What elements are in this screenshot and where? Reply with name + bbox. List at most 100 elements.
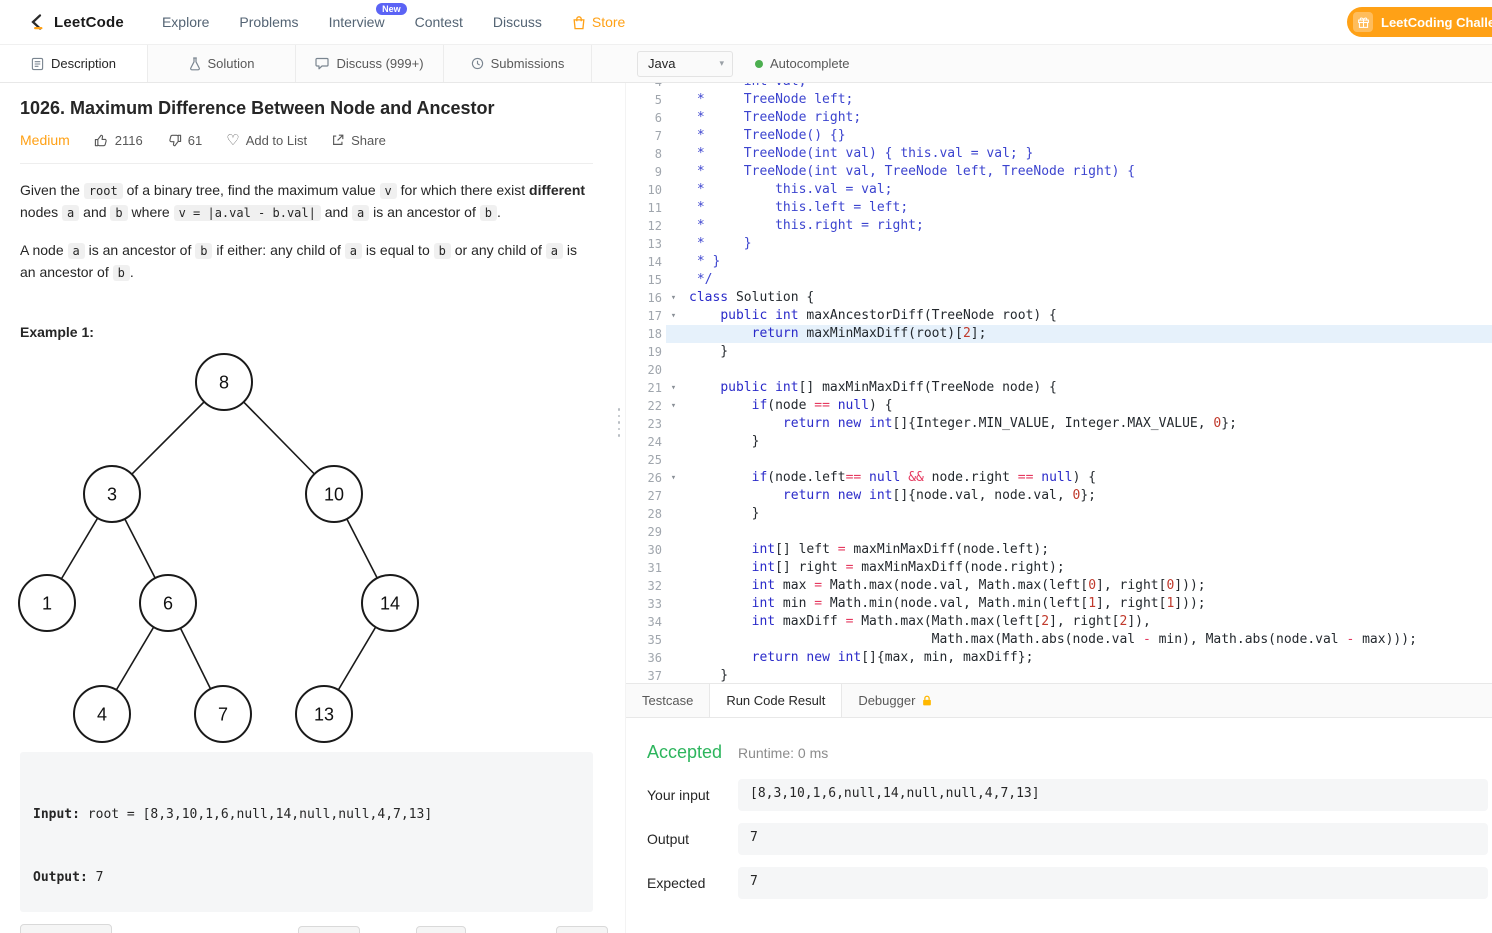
code-text[interactable]: * this.val = val;	[681, 181, 1492, 199]
line-number[interactable]: 21	[626, 379, 666, 397]
code-text[interactable]: * TreeNode left;	[681, 91, 1492, 109]
code-line-27[interactable]: 27 return new int[]{node.val, node.val, …	[626, 487, 1492, 505]
code-line-15[interactable]: 15 */	[626, 271, 1492, 289]
code-line-7[interactable]: 7 * TreeNode() {}	[626, 127, 1492, 145]
code-text[interactable]: public int[] maxMinMaxDiff(TreeNode node…	[681, 379, 1492, 397]
line-number[interactable]: 8	[626, 145, 666, 163]
fold-arrow-icon[interactable]: ▾	[666, 397, 681, 415]
line-number[interactable]: 19	[626, 343, 666, 361]
console-tab-debugger[interactable]: Debugger	[842, 684, 949, 717]
code-text[interactable]: * }	[681, 253, 1492, 271]
line-number[interactable]: 10	[626, 181, 666, 199]
cutoff-button[interactable]	[298, 926, 360, 933]
line-number[interactable]: 26	[626, 469, 666, 487]
console-tab-run-code-result[interactable]: Run Code Result	[709, 684, 843, 717]
line-number[interactable]: 17	[626, 307, 666, 325]
code-text[interactable]: return new int[]{node.val, node.val, 0};	[681, 487, 1492, 505]
code-line-12[interactable]: 12 * this.right = right;	[626, 217, 1492, 235]
code-line-31[interactable]: 31 int[] right = maxMinMaxDiff(node.righ…	[626, 559, 1492, 577]
code-text[interactable]: * int val;	[681, 83, 1492, 91]
code-line-32[interactable]: 32 int max = Math.max(node.val, Math.max…	[626, 577, 1492, 595]
nav-item-explore[interactable]: Explore	[162, 14, 209, 30]
line-number[interactable]: 16	[626, 289, 666, 307]
tab-description[interactable]: Description	[0, 45, 148, 82]
line-number[interactable]: 13	[626, 235, 666, 253]
code-text[interactable]: if(node.left== null && node.right == nul…	[681, 469, 1492, 487]
code-line-25[interactable]: 25	[626, 451, 1492, 469]
code-line-34[interactable]: 34 int maxDiff = Math.max(Math.max(left[…	[626, 613, 1492, 631]
tab-discuss-999[interactable]: Discuss (999+)	[296, 45, 444, 82]
leetcoding-challenge-button[interactable]: LeetCoding Challe	[1347, 7, 1492, 37]
code-text[interactable]: * }	[681, 235, 1492, 253]
cutoff-button[interactable]	[416, 926, 466, 933]
code-text[interactable]: */	[681, 271, 1492, 289]
code-line-37[interactable]: 37 }	[626, 667, 1492, 683]
line-number[interactable]: 7	[626, 127, 666, 145]
code-text[interactable]	[681, 451, 1492, 469]
line-number[interactable]: 12	[626, 217, 666, 235]
code-line-4[interactable]: 4 * int val;	[626, 83, 1492, 91]
line-number[interactable]: 6	[626, 109, 666, 127]
dislike-button[interactable]: 61	[167, 133, 202, 148]
line-number[interactable]: 18	[626, 325, 666, 343]
line-number[interactable]: 29	[626, 523, 666, 541]
fold-arrow-icon[interactable]: ▾	[666, 307, 681, 325]
fold-arrow-icon[interactable]: ▾	[666, 289, 681, 307]
line-number[interactable]: 22	[626, 397, 666, 415]
code-text[interactable]: int min = Math.min(node.val, Math.min(le…	[681, 595, 1492, 613]
code-text[interactable]: class Solution {	[681, 289, 1492, 307]
code-line-28[interactable]: 28 }	[626, 505, 1492, 523]
like-button[interactable]: 2116	[94, 133, 143, 148]
code-text[interactable]: * TreeNode(int val) { this.val = val; }	[681, 145, 1492, 163]
code-line-18[interactable]: 18 return maxMinMaxDiff(root)[2];	[626, 325, 1492, 343]
code-line-36[interactable]: 36 return new int[]{max, min, maxDiff};	[626, 649, 1492, 667]
autocomplete-toggle[interactable]: Autocomplete	[755, 56, 850, 71]
io-value[interactable]: 7	[738, 823, 1488, 855]
code-line-6[interactable]: 6 * TreeNode right;	[626, 109, 1492, 127]
nav-item-interview[interactable]: Interview New	[329, 3, 407, 30]
code-line-21[interactable]: 21 ▾ public int[] maxMinMaxDiff(TreeNode …	[626, 379, 1492, 397]
line-number[interactable]: 11	[626, 199, 666, 217]
tab-submissions[interactable]: Submissions	[444, 45, 592, 82]
code-line-33[interactable]: 33 int min = Math.min(node.val, Math.min…	[626, 595, 1492, 613]
code-line-20[interactable]: 20	[626, 361, 1492, 379]
code-line-16[interactable]: 16 ▾ class Solution {	[626, 289, 1492, 307]
code-text[interactable]: int max = Math.max(node.val, Math.max(le…	[681, 577, 1492, 595]
code-line-24[interactable]: 24 }	[626, 433, 1492, 451]
code-text[interactable]: if(node == null) {	[681, 397, 1492, 415]
code-line-5[interactable]: 5 * TreeNode left;	[626, 91, 1492, 109]
console-tab-testcase[interactable]: Testcase	[626, 684, 709, 717]
io-value[interactable]: 7	[738, 867, 1488, 899]
line-number[interactable]: 24	[626, 433, 666, 451]
code-text[interactable]: }	[681, 343, 1492, 361]
line-number[interactable]: 33	[626, 595, 666, 613]
code-line-22[interactable]: 22 ▾ if(node == null) {	[626, 397, 1492, 415]
code-text[interactable]: public int maxAncestorDiff(TreeNode root…	[681, 307, 1492, 325]
code-line-30[interactable]: 30 int[] left = maxMinMaxDiff(node.left)…	[626, 541, 1492, 559]
line-number[interactable]: 25	[626, 451, 666, 469]
line-number[interactable]: 4	[626, 83, 666, 91]
line-number[interactable]: 37	[626, 667, 666, 683]
code-text[interactable]: }	[681, 667, 1492, 683]
code-text[interactable]: }	[681, 505, 1492, 523]
nav-item-contest[interactable]: Contest	[415, 14, 463, 30]
line-number[interactable]: 31	[626, 559, 666, 577]
code-text[interactable]: * this.left = left;	[681, 199, 1492, 217]
fold-arrow-icon[interactable]: ▾	[666, 469, 681, 487]
code-line-13[interactable]: 13 * }	[626, 235, 1492, 253]
code-text[interactable]: return maxMinMaxDiff(root)[2];	[681, 325, 1492, 343]
code-line-9[interactable]: 9 * TreeNode(int val, TreeNode left, Tre…	[626, 163, 1492, 181]
nav-item-discuss[interactable]: Discuss	[493, 14, 542, 30]
tab-solution[interactable]: Solution	[148, 45, 296, 82]
add-to-list-button[interactable]: ♡ Add to List	[226, 133, 307, 148]
code-text[interactable]	[681, 361, 1492, 379]
nav-item-problems[interactable]: Problems	[239, 14, 298, 30]
code-text[interactable]: Math.max(Math.abs(node.val - min), Math.…	[681, 631, 1492, 649]
fold-arrow-icon[interactable]: ▾	[666, 379, 681, 397]
code-text[interactable]: int[] right = maxMinMaxDiff(node.right);	[681, 559, 1492, 577]
code-line-8[interactable]: 8 * TreeNode(int val) { this.val = val; …	[626, 145, 1492, 163]
io-value[interactable]: [8,3,10,1,6,null,14,null,null,4,7,13]	[738, 779, 1488, 811]
code-line-17[interactable]: 17 ▾ public int maxAncestorDiff(TreeNode …	[626, 307, 1492, 325]
line-number[interactable]: 35	[626, 631, 666, 649]
code-line-29[interactable]: 29	[626, 523, 1492, 541]
